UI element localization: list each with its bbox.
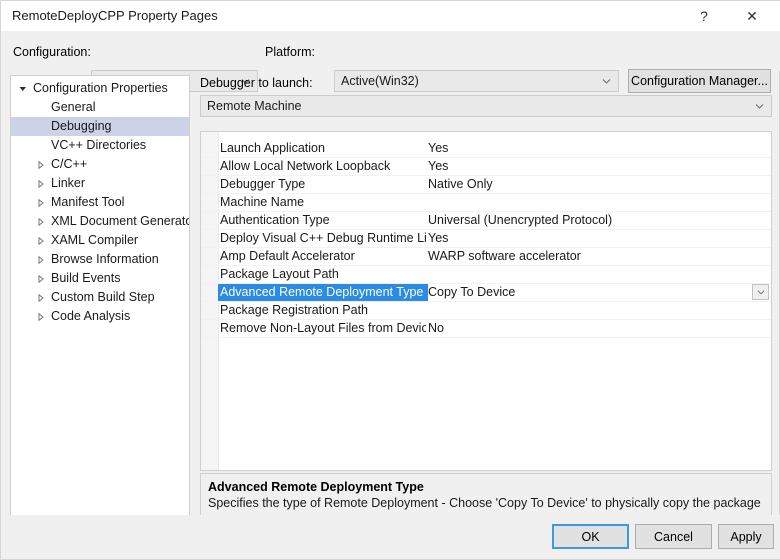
property-value[interactable]: Universal (Unencrypted Protocol) (428, 212, 747, 229)
triangle-right-icon[interactable] (34, 212, 48, 231)
tree-item-label: VC++ Directories (51, 138, 147, 152)
help-icon[interactable]: ? (683, 1, 725, 31)
triangle-right-icon[interactable] (34, 288, 48, 307)
chevron-down-icon (757, 290, 764, 295)
property-pages-dialog: RemoteDeployCPP Property Pages ? ✕ Confi… (0, 0, 780, 560)
debugger-to-launch-label: Debugger to launch: (200, 76, 313, 90)
tree-item-label: Linker (51, 176, 86, 190)
tree-item-label: Code Analysis (51, 309, 131, 323)
tree-item-label: XML Document Generator (51, 214, 190, 228)
title-bar: RemoteDeployCPP Property Pages ? ✕ (1, 1, 780, 31)
dialog-footer: OK Cancel Apply (1, 515, 780, 559)
tree-item-label: Configuration Properties (33, 81, 168, 95)
property-value[interactable]: WARP software accelerator (428, 248, 747, 265)
property-value[interactable]: Yes (428, 140, 747, 157)
window-title: RemoteDeployCPP Property Pages (12, 8, 218, 23)
property-value-dropdown-button[interactable] (752, 284, 769, 300)
triangle-right-icon[interactable] (34, 269, 48, 288)
property-value[interactable]: Native Only (428, 176, 747, 193)
property-value[interactable]: Yes (428, 158, 747, 175)
platform-label: Platform: (265, 45, 316, 59)
tree-item-label: Browse Information (51, 252, 159, 266)
property-name: Deploy Visual C++ Debug Runtime Librari (220, 231, 426, 245)
property-name: Package Registration Path (220, 303, 369, 317)
tree-item-xml-document-generator[interactable]: XML Document Generator (11, 212, 189, 231)
tree-item-label: General (51, 100, 96, 114)
property-name: Advanced Remote Deployment Type (218, 284, 428, 301)
platform-dropdown[interactable]: Active(Win32) (334, 70, 619, 92)
triangle-right-icon[interactable] (34, 231, 48, 250)
property-value[interactable]: Copy To Device (428, 284, 747, 301)
description-title: Advanced Remote Deployment Type (208, 480, 424, 494)
triangle-right-icon[interactable] (34, 193, 48, 212)
property-row[interactable]: Advanced Remote Deployment Type Copy To D… (201, 284, 771, 302)
tree-item-label: Manifest Tool (51, 195, 125, 209)
tree-item-build-events[interactable]: Build Events (11, 269, 189, 288)
property-row[interactable]: Package Registration Path (201, 302, 771, 320)
description-pane: Advanced Remote Deployment Type Specifie… (200, 473, 772, 519)
property-grid[interactable]: Launch Application Yes Allow Local Network… (200, 131, 772, 471)
triangle-down-icon[interactable] (16, 79, 30, 98)
property-name: Machine Name (220, 195, 305, 209)
property-name: Amp Default Accelerator (220, 249, 355, 263)
tree-item-label: C/C++ (51, 157, 88, 171)
tree-item-configuration-properties[interactable]: Configuration Properties (11, 79, 189, 98)
property-row[interactable]: Debugger Type Native Only (201, 176, 771, 194)
platform-value: Active(Win32) (341, 74, 419, 88)
triangle-right-icon[interactable] (34, 174, 48, 193)
property-row[interactable]: Amp Default Accelerator WARP software acc… (201, 248, 771, 266)
description-body: Specifies the type of Remote Deployment … (208, 496, 764, 510)
chevron-down-icon (755, 102, 764, 111)
tree-item-linker[interactable]: Linker (11, 174, 189, 193)
tree-item-label: Build Events (51, 271, 121, 285)
configuration-label: Configuration: (13, 45, 91, 59)
ok-button[interactable]: OK (552, 524, 629, 549)
tree-item-browse-information[interactable]: Browse Information (11, 250, 189, 269)
property-value[interactable]: No (428, 320, 747, 337)
tree-item-label: Custom Build Step (51, 290, 155, 304)
tree-item-label: XAML Compiler (51, 233, 139, 247)
configuration-bar: Configuration: Active(Debug) Platform: A… (1, 31, 780, 93)
property-name: Authentication Type (220, 213, 330, 227)
close-icon[interactable]: ✕ (731, 1, 773, 31)
triangle-right-icon[interactable] (34, 307, 48, 326)
debugger-to-launch-value: Remote Machine (207, 99, 302, 113)
property-name: Remove Non-Layout Files from Device (220, 321, 426, 335)
debugger-to-launch-dropdown[interactable]: Remote Machine (200, 95, 772, 117)
property-row[interactable]: Authentication Type Universal (Unencrypte… (201, 212, 771, 230)
close-glyph: ✕ (746, 7, 758, 24)
tree-item-custom-build-step[interactable]: Custom Build Step (11, 288, 189, 307)
chevron-down-icon (602, 77, 611, 86)
property-name: Launch Application (220, 141, 325, 155)
property-row[interactable]: Machine Name (201, 194, 771, 212)
property-name: Debugger Type (220, 177, 306, 191)
property-row[interactable]: Deploy Visual C++ Debug Runtime LibrariY… (201, 230, 771, 248)
property-grid-rows: Launch Application Yes Allow Local Network… (201, 140, 771, 338)
triangle-right-icon[interactable] (34, 155, 48, 174)
tree-item-xaml-compiler[interactable]: XAML Compiler (11, 231, 189, 250)
property-row[interactable]: Allow Local Network Loopback Yes (201, 158, 771, 176)
help-glyph: ? (700, 8, 708, 24)
property-name: Package Layout Path (220, 267, 339, 281)
property-tree[interactable]: Configuration Properties General Debugging… (10, 75, 190, 521)
tree-item-debugging[interactable]: Debugging (11, 117, 189, 136)
cancel-button[interactable]: Cancel (635, 524, 712, 549)
property-row[interactable]: Launch Application Yes (201, 140, 771, 158)
configuration-manager-button[interactable]: Configuration Manager... (628, 69, 771, 93)
tree-item-manifest-tool[interactable]: Manifest Tool (11, 193, 189, 212)
apply-button[interactable]: Apply (718, 524, 774, 549)
tree-item-vc-directories[interactable]: VC++ Directories (11, 136, 189, 155)
property-value[interactable]: Yes (428, 230, 747, 247)
tree-item-code-analysis[interactable]: Code Analysis (11, 307, 189, 326)
property-row[interactable]: Package Layout Path (201, 266, 771, 284)
property-row[interactable]: Remove Non-Layout Files from Device No (201, 320, 771, 338)
tree-item-general[interactable]: General (11, 98, 189, 117)
tree-item-c-c[interactable]: C/C++ (11, 155, 189, 174)
tree-item-label: Debugging (51, 119, 112, 133)
property-name: Allow Local Network Loopback (220, 159, 391, 173)
triangle-right-icon[interactable] (34, 250, 48, 269)
